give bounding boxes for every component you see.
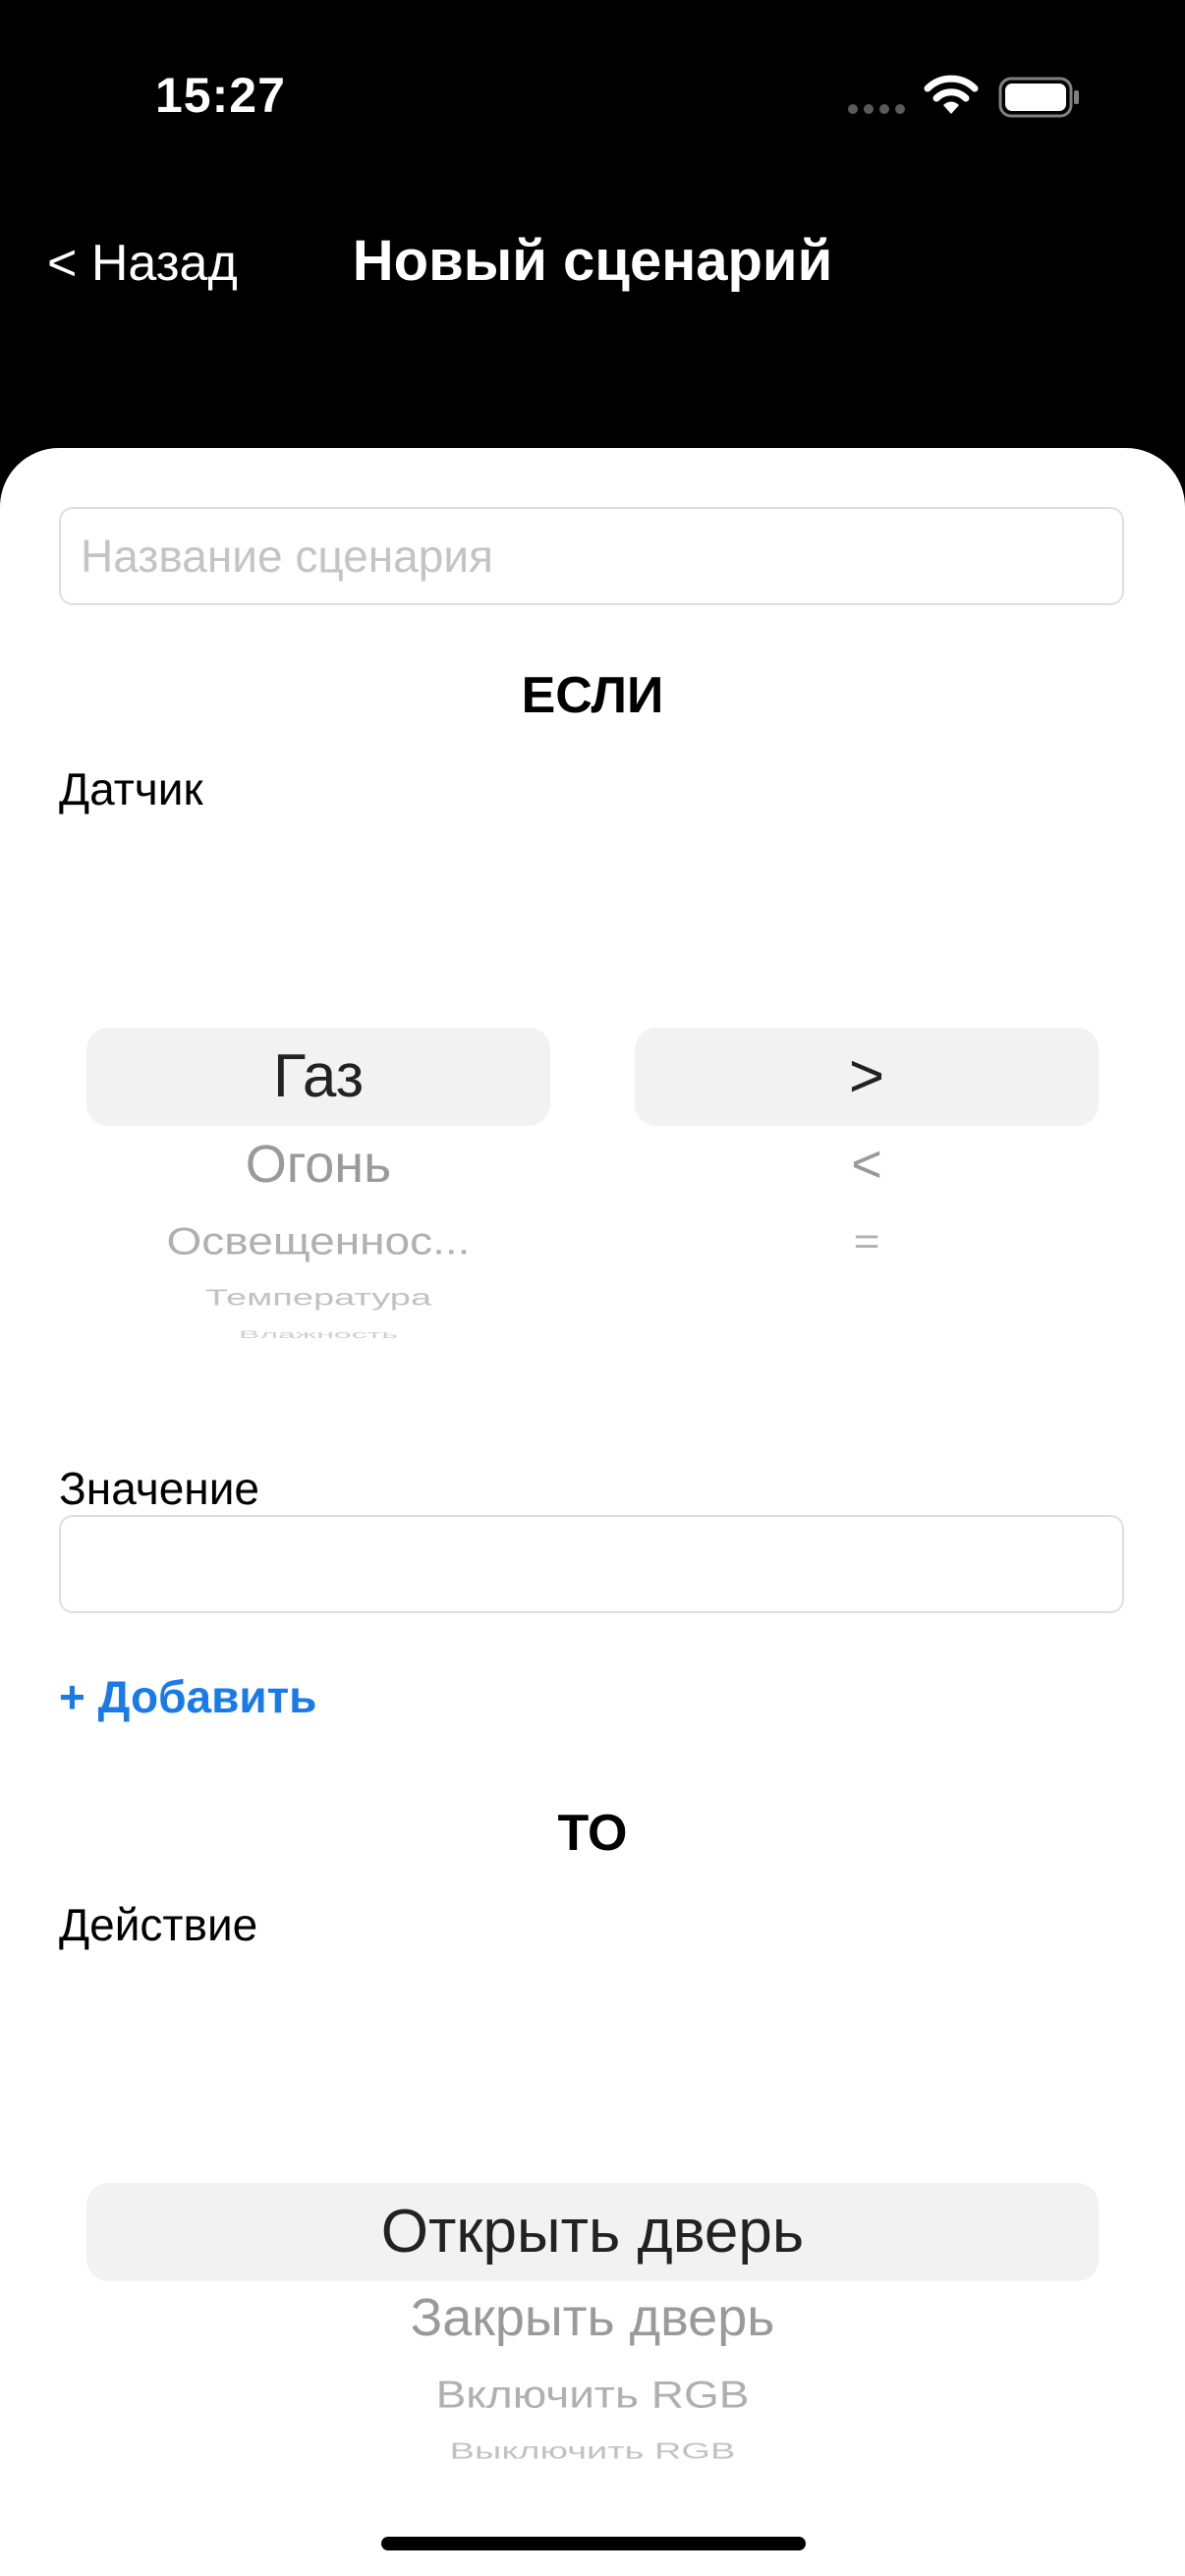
page-title: Новый сценарий (352, 229, 833, 293)
battery-icon (998, 77, 1081, 123)
status-bar: 15:27 (0, 0, 1185, 196)
wifi-icon (924, 73, 979, 121)
action-option[interactable]: Выключить RGB (86, 2439, 1099, 2465)
sensor-option[interactable]: Влажность (86, 1328, 550, 1341)
action-option[interactable]: Закрыть дверь (86, 2287, 1099, 2348)
operator-picker[interactable]: > < = (635, 1028, 1099, 1393)
scenario-name-input[interactable] (59, 507, 1124, 605)
operator-option[interactable]: = (635, 1218, 1099, 1263)
then-heading: ТО (557, 1805, 628, 1862)
sensor-option[interactable]: Температура (86, 1286, 550, 1312)
sensor-label: Датчик (59, 763, 203, 814)
scenario-form-sheet: ЕСЛИ Датчик Газ Огонь Освещеннос... Темп… (0, 448, 1185, 2576)
value-input[interactable] (59, 1515, 1124, 1613)
action-option[interactable]: Открыть дверь (86, 2197, 1099, 2267)
sensor-option[interactable]: Газ (86, 1041, 550, 1111)
action-label: Действие (59, 1899, 258, 1950)
action-picker[interactable]: Открыть дверь Закрыть дверь Включить RGB… (86, 2183, 1099, 2497)
navigation-bar: < Назад Новый сценарий (0, 216, 1185, 314)
action-option[interactable]: Включить RGB (86, 2372, 1099, 2417)
home-indicator (381, 2537, 806, 2550)
if-heading: ЕСЛИ (521, 667, 664, 724)
status-time: 15:27 (155, 68, 286, 123)
sensor-option[interactable]: Огонь (86, 1134, 550, 1195)
value-label: Значение (59, 1463, 259, 1514)
signal-icon (847, 102, 908, 121)
sensor-option[interactable]: Освещеннос... (86, 1218, 550, 1263)
add-condition-button[interactable]: + Добавить (59, 1670, 316, 1723)
operator-option[interactable]: > (635, 1041, 1099, 1111)
sensor-picker[interactable]: Газ Огонь Освещеннос... Температура Влаж… (86, 1028, 550, 1393)
operator-option[interactable]: < (635, 1134, 1099, 1195)
